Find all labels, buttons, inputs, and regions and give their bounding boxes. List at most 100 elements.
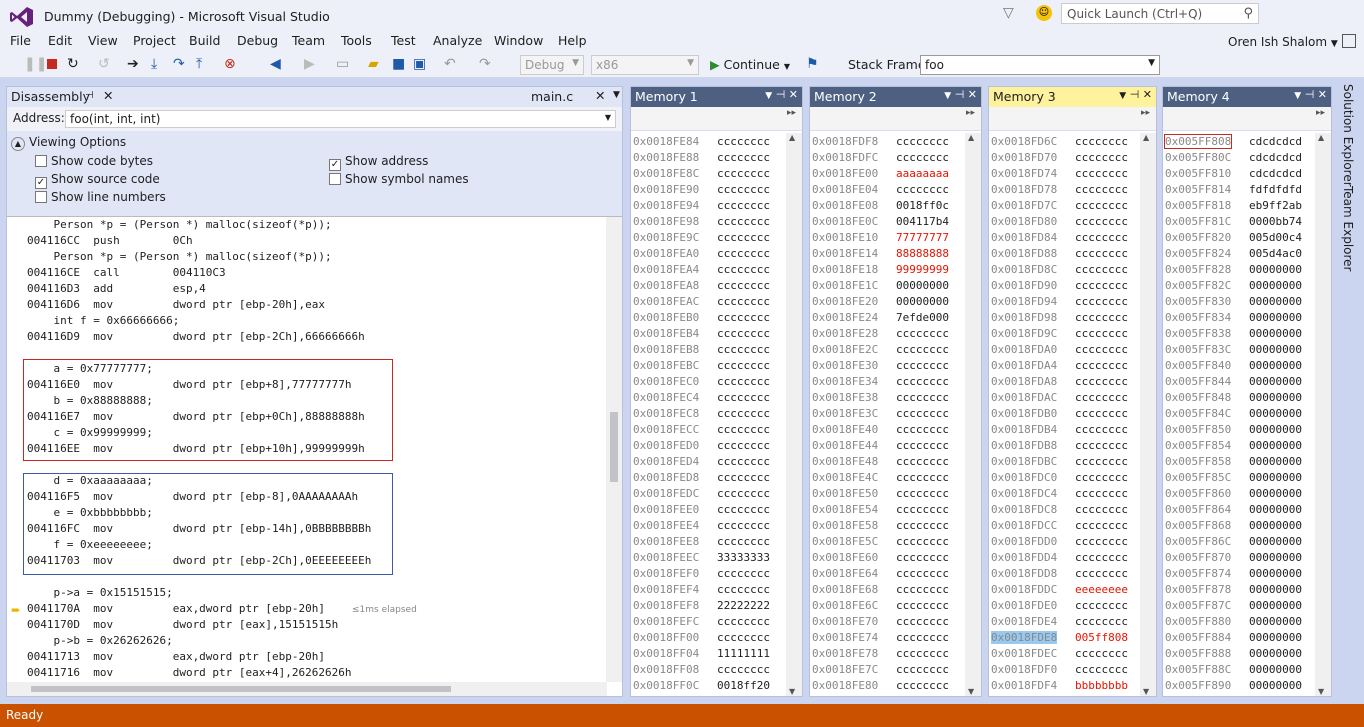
memory-row[interactable]: 0x0018FDBC cccccccc xyxy=(991,454,1128,470)
memory-row[interactable]: 0x0018FE04 cccccccc xyxy=(812,182,949,198)
menu-debug[interactable]: Debug xyxy=(237,33,278,48)
memory-row[interactable]: 0x0018FE7C cccccccc xyxy=(812,662,949,678)
menu-view[interactable]: View xyxy=(88,33,118,48)
memory-row[interactable]: 0x005FF85C 00000000 xyxy=(1165,470,1302,486)
quick-launch-input[interactable]: Quick Launch (Ctrl+Q) ⚲ xyxy=(1061,3,1259,24)
memory-row[interactable]: 0x0018FD9C cccccccc xyxy=(991,326,1128,342)
memory-row[interactable]: 0x005FF84C 00000000 xyxy=(1165,406,1302,422)
overflow-icon[interactable]: ▸▸ xyxy=(966,108,975,118)
pin-icon[interactable]: ⊣ xyxy=(1130,88,1140,101)
memory-row[interactable]: 0x005FF858 00000000 xyxy=(1165,454,1302,470)
memory-row[interactable]: 0x0018FDEC cccccccc xyxy=(991,646,1128,662)
memory-row[interactable]: 0x0018FD90 cccccccc xyxy=(991,278,1128,294)
platform-select[interactable]: x86 ▼ xyxy=(591,55,699,75)
open-file-icon[interactable]: ▰ xyxy=(368,56,379,72)
memory-row[interactable]: 0x0018FE50 cccccccc xyxy=(812,486,949,502)
memory-row[interactable]: 0x0018FD98 cccccccc xyxy=(991,310,1128,326)
memory-row[interactable]: 0x0018FDD0 cccccccc xyxy=(991,534,1128,550)
memory-row[interactable]: 0x0018FEAC cccccccc xyxy=(633,294,770,310)
memory-row[interactable]: 0x005FF844 00000000 xyxy=(1165,374,1302,390)
stack-frame-select[interactable]: foo ▼ xyxy=(920,55,1160,75)
memory-row[interactable]: 0x0018FDC4 cccccccc xyxy=(991,486,1128,502)
pin-icon[interactable]: ⊣ xyxy=(85,90,94,101)
memory-row[interactable]: 0x0018FE4C cccccccc xyxy=(812,470,949,486)
memory-row[interactable]: 0x0018FE94 cccccccc xyxy=(633,198,770,214)
memory-row[interactable]: 0x0018FDF8 cccccccc xyxy=(812,134,949,150)
memory-row[interactable]: 0x0018FDA8 cccccccc xyxy=(991,374,1128,390)
undo-icon[interactable]: ↶ xyxy=(444,56,456,72)
memory-row[interactable]: 0x0018FDE4 cccccccc xyxy=(991,614,1128,630)
memory-row[interactable]: 0x0018FF00 cccccccc xyxy=(633,630,770,646)
memory-row[interactable]: 0x005FF878 00000000 xyxy=(1165,582,1302,598)
menu-project[interactable]: Project xyxy=(133,33,176,48)
memory-row[interactable]: 0x0018FEEC 33333333 xyxy=(633,550,770,566)
memory-row[interactable]: 0x0018FEA8 cccccccc xyxy=(633,278,770,294)
memory-row[interactable]: 0x0018FD70 cccccccc xyxy=(991,150,1128,166)
memory-row[interactable]: 0x005FF854 00000000 xyxy=(1165,438,1302,454)
memory-row[interactable]: 0x0018FE5C cccccccc xyxy=(812,534,949,550)
memory-row[interactable]: 0x0018FE48 cccccccc xyxy=(812,454,949,470)
show-code-bytes-checkbox[interactable]: Show code bytes xyxy=(35,154,153,168)
memory-row[interactable]: 0x0018FE64 cccccccc xyxy=(812,566,949,582)
memory-row[interactable]: 0x005FF81C 0000bb74 xyxy=(1165,214,1302,230)
scroll-up-icon[interactable]: ▲ xyxy=(1318,133,1324,142)
step-into-icon[interactable]: ⤓ xyxy=(151,56,157,72)
memory-row[interactable]: 0x0018FE38 cccccccc xyxy=(812,390,949,406)
memory-row[interactable]: 0x0018FE20 00000000 xyxy=(812,294,949,310)
show-line-numbers-checkbox[interactable]: Show line numbers xyxy=(35,190,166,204)
hot-reload-icon[interactable]: ↺ xyxy=(98,56,110,72)
memory-row[interactable]: 0x0018FEF4 cccccccc xyxy=(633,582,770,598)
memory-row[interactable]: 0x005FF880 00000000 xyxy=(1165,614,1302,630)
memory-row[interactable]: 0x0018FD6C cccccccc xyxy=(991,134,1128,150)
memory-row[interactable]: 0x005FF828 00000000 xyxy=(1165,262,1302,278)
menu-help[interactable]: Help xyxy=(558,33,587,48)
address-input[interactable]: foo(int, int, int) ▼ xyxy=(65,110,616,128)
memory-row[interactable]: 0x0018FE78 cccccccc xyxy=(812,646,949,662)
memory-row[interactable]: 0x0018FDC8 cccccccc xyxy=(991,502,1128,518)
memory-row[interactable]: 0x0018FEFC cccccccc xyxy=(633,614,770,630)
navigate-back-icon[interactable]: ◀ xyxy=(270,56,281,72)
memory-window-title[interactable]: Memory 3 xyxy=(993,89,1056,104)
pin-icon[interactable]: ⊣ xyxy=(776,88,786,101)
memory-row[interactable]: 0x005FF834 00000000 xyxy=(1165,310,1302,326)
memory-row[interactable]: 0x005FF870 00000000 xyxy=(1165,550,1302,566)
memory-row[interactable]: 0x0018FDAC cccccccc xyxy=(991,390,1128,406)
memory-row[interactable]: 0x0018FE84 cccccccc xyxy=(633,134,770,150)
memory-row[interactable]: 0x005FF818 eb9ff2ab xyxy=(1165,198,1302,214)
save-icon[interactable]: ■ xyxy=(392,56,405,72)
redo-icon[interactable]: ↷ xyxy=(479,56,491,72)
memory-row[interactable]: 0x0018FE1C 00000000 xyxy=(812,278,949,294)
scroll-down-icon[interactable]: ▼ xyxy=(1318,687,1324,696)
show-address-checkbox[interactable]: ✓ Show address xyxy=(329,154,428,171)
scroll-thumb[interactable] xyxy=(610,412,618,482)
show-symbol-names-checkbox[interactable]: Show symbol names xyxy=(329,172,469,186)
scroll-down-icon[interactable]: ▼ xyxy=(1143,687,1149,696)
memory-row[interactable]: 0x0018FE10 77777777 xyxy=(812,230,949,246)
tab-team-explorer[interactable]: Team Explorer xyxy=(1341,186,1355,272)
memory-row[interactable]: 0x005FF868 00000000 xyxy=(1165,518,1302,534)
memory-row[interactable]: 0x0018FF04 11111111 xyxy=(633,646,770,662)
new-item-icon[interactable]: ▭ xyxy=(336,56,349,72)
memory-row[interactable]: 0x005FF838 00000000 xyxy=(1165,326,1302,342)
memory-row[interactable]: 0x005FF88C 00000000 xyxy=(1165,662,1302,678)
close-icon[interactable]: ✕ xyxy=(789,88,798,101)
memory-row[interactable]: 0x0018FE60 cccccccc xyxy=(812,550,949,566)
memory-row[interactable]: 0x0018FE14 88888888 xyxy=(812,246,949,262)
memory-row[interactable]: 0x0018FEDC cccccccc xyxy=(633,486,770,502)
memory-row[interactable]: 0x005FF810 cdcdcdcd xyxy=(1165,166,1302,182)
memory-row[interactable]: 0x0018FE68 cccccccc xyxy=(812,582,949,598)
menu-window[interactable]: Window xyxy=(494,33,543,48)
chevron-down-icon[interactable]: ▼ xyxy=(1119,91,1126,101)
memory-row[interactable]: 0x0018FE2C cccccccc xyxy=(812,342,949,358)
memory-window-title[interactable]: Memory 2 xyxy=(814,89,877,104)
stop-icon[interactable] xyxy=(47,59,57,69)
memory-row[interactable]: 0x0018FDB0 cccccccc xyxy=(991,406,1128,422)
solution-config-select[interactable]: Debug ▼ xyxy=(520,55,584,75)
memory-row[interactable]: 0x0018FDDC eeeeeeee xyxy=(991,582,1128,598)
memory-row[interactable]: 0x0018FEE8 cccccccc xyxy=(633,534,770,550)
memory-row[interactable]: 0x005FF888 00000000 xyxy=(1165,646,1302,662)
memory-row[interactable]: 0x005FF87C 00000000 xyxy=(1165,598,1302,614)
memory-row[interactable]: 0x0018FD78 cccccccc xyxy=(991,182,1128,198)
memory-row[interactable]: 0x005FF884 00000000 xyxy=(1165,630,1302,646)
memory-row[interactable]: 0x005FF848 00000000 xyxy=(1165,390,1302,406)
